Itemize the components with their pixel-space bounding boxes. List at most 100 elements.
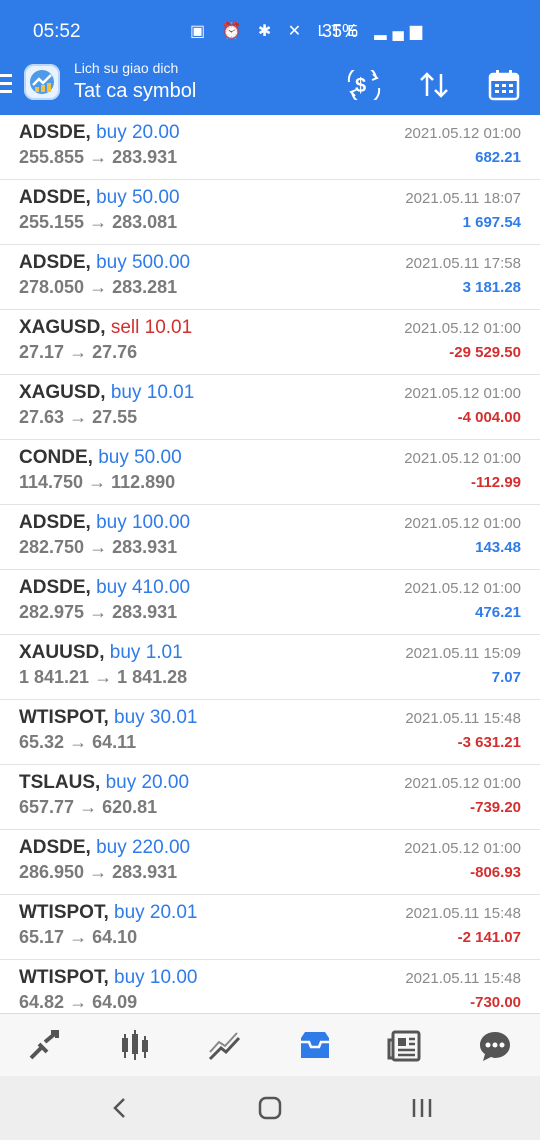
symbol-name: ADSDE,: [19, 122, 91, 143]
app-bar: Lich su giao dich Tat ca symbol $: [0, 58, 540, 115]
close-price: 1 841.28: [117, 667, 188, 687]
sort-icon[interactable]: [414, 68, 454, 102]
trade-profit: -3 631.21: [457, 734, 521, 751]
trade-prices: 64.82 → 64.09: [19, 992, 137, 1013]
trade-action: buy 1.01: [109, 642, 183, 663]
trade-symbol: XAGUSD, sell 10.01: [19, 317, 192, 339]
arrow-icon: →: [94, 667, 113, 687]
trade-row[interactable]: CONDE, buy 50.00 114.750 → 112.890 2021.05…: [0, 440, 540, 505]
trade-symbol: ADSDE, buy 100.00: [19, 512, 190, 534]
trade-row[interactable]: XAUUSD, buy 1.01 1 841.21 → 1 841.28 2021.…: [0, 635, 540, 700]
open-price: 278.050: [19, 277, 85, 297]
app-logo: [24, 64, 60, 100]
symbol-name: ADSDE,: [19, 512, 91, 533]
trade-row[interactable]: ADSDE, buy 220.00 286.950 → 283.931 2021.0…: [0, 830, 540, 895]
menu-icon[interactable]: [0, 74, 12, 98]
close-price: 283.081: [112, 212, 178, 232]
trade-date: 2021.05.12 01:00: [404, 840, 521, 857]
trade-prices: 282.975 → 283.931: [19, 602, 177, 623]
home-icon[interactable]: [255, 1095, 285, 1121]
trade-row[interactable]: TSLAUS, buy 20.00 657.77 → 620.81 2021.05.…: [0, 765, 540, 830]
trade-profit: 476.21: [475, 604, 521, 621]
symbol-name: XAGUSD,: [19, 317, 106, 338]
trade-symbol: XAUUSD, buy 1.01: [19, 642, 183, 664]
trade-prices: 114.750 → 112.890: [19, 472, 175, 493]
arrow-icon: →: [88, 472, 107, 492]
trade-row[interactable]: ADSDE, buy 20.00 255.855 → 283.931 2021.05…: [0, 115, 540, 180]
trade-row[interactable]: ADSDE, buy 500.00 278.050 → 283.281 2021.0…: [0, 245, 540, 310]
symbol-name: XAGUSD,: [19, 382, 106, 403]
trade-row[interactable]: ADSDE, buy 100.00 282.750 → 283.931 2021.0…: [0, 505, 540, 570]
trade-profit: -806.93: [470, 864, 521, 881]
trade-profit: 1 697.54: [462, 214, 521, 231]
header-actions: $: [344, 68, 524, 102]
trade-action: buy 500.00: [96, 252, 191, 273]
arrow-icon: →: [89, 602, 108, 622]
open-price: 282.750: [19, 537, 85, 557]
trade-icon[interactable]: [0, 1014, 90, 1077]
trade-row[interactable]: XAGUSD, sell 10.01 27.17 → 27.76 2021.05.1…: [0, 310, 540, 375]
arrow-icon: →: [79, 797, 98, 817]
trade-date: 2021.05.12 01:00: [404, 775, 521, 792]
analytics-icon[interactable]: [180, 1014, 270, 1077]
open-price: 1 841.21: [19, 667, 90, 687]
trade-date: 2021.05.11 15:48: [405, 970, 521, 987]
trade-prices: 286.950 → 283.931: [19, 862, 177, 883]
symbol-name: ADSDE,: [19, 187, 91, 208]
symbol-name: CONDE,: [19, 447, 93, 468]
page-subtitle: Lich su giao dich: [74, 60, 179, 76]
currency-exchange-icon[interactable]: $: [344, 68, 384, 102]
trade-row[interactable]: ADSDE, buy 410.00 282.975 → 283.931 2021.0…: [0, 570, 540, 635]
trade-symbol: WTISPOT, buy 20.01: [19, 902, 197, 924]
history-icon[interactable]: [270, 1014, 360, 1077]
trade-prices: 657.77 → 620.81: [19, 797, 157, 818]
trade-symbol: TSLAUS, buy 20.00: [19, 772, 189, 794]
close-price: 283.931: [112, 147, 178, 167]
symbol-name: XAUUSD,: [19, 642, 105, 663]
trade-profit: 7.07: [491, 669, 521, 686]
calendar-icon[interactable]: [484, 68, 524, 102]
chart-icon[interactable]: [90, 1014, 180, 1077]
page-title[interactable]: Tat ca symbol: [74, 80, 196, 103]
trade-action: buy 10.00: [114, 967, 198, 988]
close-price: 112.890: [111, 472, 176, 492]
symbol-name: WTISPOT,: [19, 902, 109, 923]
trade-date: 2021.05.12 01:00: [404, 385, 521, 402]
back-icon[interactable]: [105, 1095, 135, 1121]
trade-profit: -112.99: [470, 474, 521, 491]
chat-icon[interactable]: [450, 1014, 540, 1077]
trade-row[interactable]: WTISPOT, buy 20.01 65.17 → 64.10 2021.05.1…: [0, 895, 540, 960]
trade-row[interactable]: WTISPOT, buy 30.01 65.32 → 64.11 2021.05.1…: [0, 700, 540, 765]
arrow-icon: →: [89, 212, 108, 232]
trade-action: buy 20.00: [96, 122, 180, 143]
arrow-icon: →: [69, 992, 88, 1012]
news-icon[interactable]: [360, 1014, 450, 1077]
clock: 05:52: [33, 21, 81, 42]
trade-date: 2021.05.11 17:58: [405, 255, 521, 272]
arrow-icon: →: [89, 537, 108, 557]
trade-date: 2021.05.12 01:00: [404, 125, 521, 142]
arrow-icon: →: [89, 147, 108, 167]
trade-date: 2021.05.12 01:00: [404, 580, 521, 597]
arrow-icon: →: [89, 862, 108, 882]
trade-row[interactable]: WTISPOT, buy 10.00 64.82 → 64.09 2021.05.1…: [0, 960, 540, 1013]
trade-date: 2021.05.12 01:00: [404, 515, 521, 532]
open-price: 64.82: [19, 992, 65, 1012]
trade-row[interactable]: XAGUSD, buy 10.01 27.63 → 27.55 2021.05.12…: [0, 375, 540, 440]
close-price: 283.931: [112, 537, 178, 557]
trade-profit: 682.21: [475, 149, 521, 166]
trade-profit: 3 181.28: [462, 279, 521, 296]
close-price: 620.81: [102, 797, 158, 817]
close-price: 27.55: [92, 407, 138, 427]
open-price: 65.17: [19, 927, 65, 947]
trade-symbol: ADSDE, buy 410.00: [19, 577, 190, 599]
recent-apps-icon[interactable]: [407, 1095, 437, 1121]
trade-prices: 27.17 → 27.76: [19, 342, 137, 363]
trade-date: 2021.05.12 01:00: [404, 320, 521, 337]
close-price: 283.931: [112, 602, 178, 622]
trade-symbol: XAGUSD, buy 10.01: [19, 382, 194, 404]
trade-row[interactable]: ADSDE, buy 50.00 255.155 → 283.081 2021.05…: [0, 180, 540, 245]
trade-action: buy 20.01: [114, 902, 198, 923]
trade-action: buy 20.00: [105, 772, 190, 793]
trade-symbol: ADSDE, buy 50.00: [19, 187, 180, 209]
